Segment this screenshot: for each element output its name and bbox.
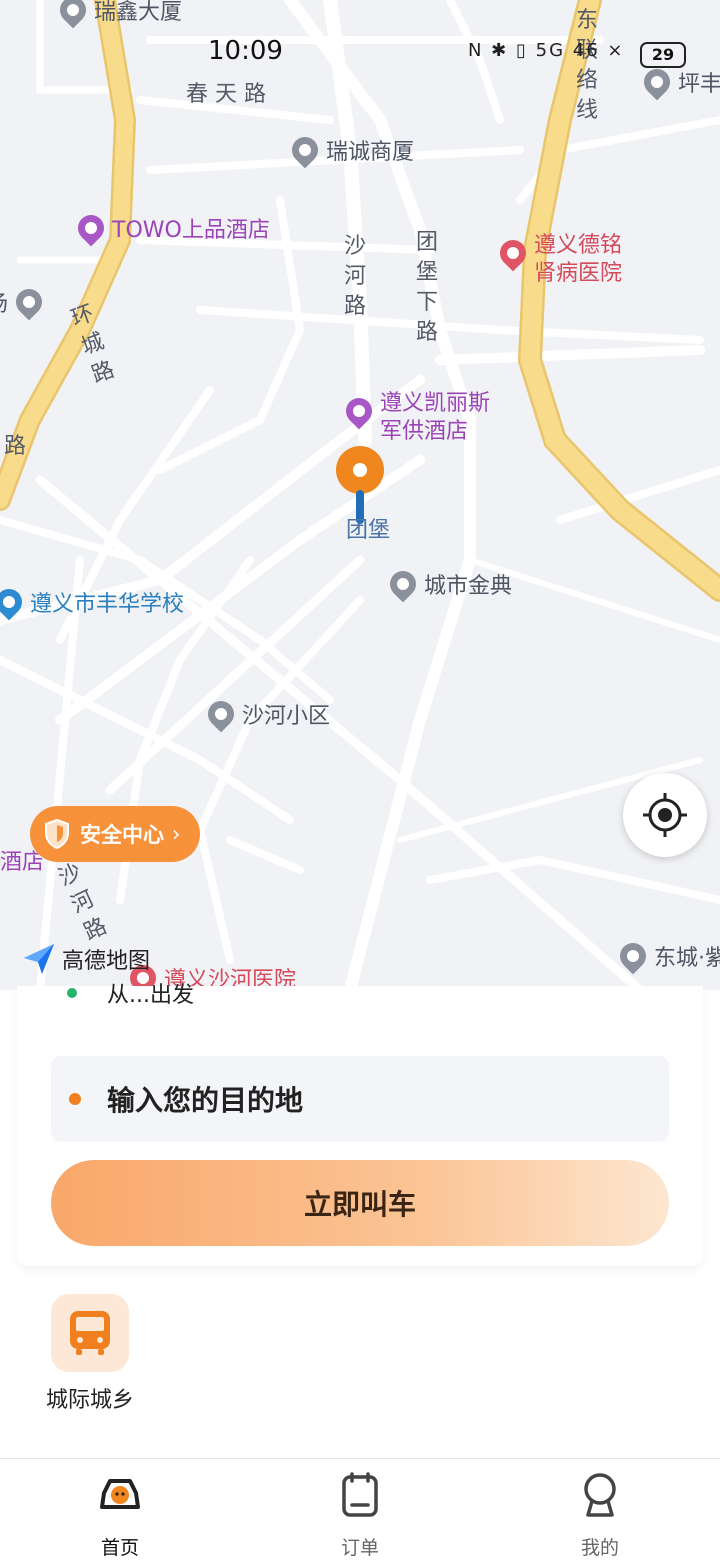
user-icon <box>584 1473 616 1517</box>
end-dot-icon <box>69 1093 81 1105</box>
safety-center-label: 安全中心 <box>80 823 164 847</box>
tab-me[interactable]: 我的 <box>540 1471 660 1560</box>
road-label-tuanbaoxia: 团堡下路 <box>415 230 438 345</box>
building-icon <box>286 131 324 169</box>
road-label-chuntian: 春 天 路 <box>186 82 266 107</box>
poi-ruicheng[interactable]: 瑞诚商厦 <box>286 131 414 169</box>
status-time: 10:09 <box>208 36 283 66</box>
hotel-icon <box>72 209 110 247</box>
tab-home[interactable]: 首页 <box>60 1471 180 1560</box>
locate-button[interactable] <box>623 773 707 857</box>
from-text: 从...出发 <box>107 983 194 1004</box>
poi-fenghua[interactable]: 遵义市丰华学校 <box>0 583 184 621</box>
shield-icon <box>45 819 69 849</box>
start-dot-icon <box>67 988 77 998</box>
clipboard-icon <box>342 1472 378 1517</box>
hotel-icon <box>340 392 378 430</box>
bottom-tab-bar: 首页 订单 我的 <box>0 1458 720 1561</box>
map-view[interactable]: 春 天 路 沙河路 团堡下路 环城路 东联络线 路 沙河路 瑞鑫大厦 瑞诚商厦 … <box>0 0 720 990</box>
poi-jindian[interactable]: 城市金典 <box>384 565 512 603</box>
status-icons: N ✱ ▯ 5G 46 × <box>468 40 625 61</box>
tab-orders[interactable]: 订单 <box>300 1471 420 1560</box>
tab-orders-label: 订单 <box>340 1537 379 1559</box>
destination-placeholder: 输入您的目的地 <box>107 1084 304 1117</box>
poi-shahe-xiaoqu[interactable]: 沙河小区 <box>202 695 330 733</box>
chevron-right-icon: › <box>172 822 181 846</box>
building-icon <box>384 565 422 603</box>
service-intercity[interactable]: 城际城乡 <box>38 1294 142 1414</box>
car-home-icon <box>100 1479 140 1509</box>
navigation-arrow-icon <box>24 944 54 974</box>
poi-left-top[interactable]: 场 <box>0 283 50 321</box>
status-bar: 10:09 N ✱ ▯ 5G 46 × 29 <box>0 36 720 72</box>
trip-card: 从...出发 输入您的目的地 立即叫车 <box>17 983 703 1266</box>
tab-me-label: 我的 <box>580 1537 619 1559</box>
road-label-shahe: 沙河路 <box>343 234 366 319</box>
tab-home-label: 首页 <box>100 1537 139 1559</box>
poi-deming[interactable]: 遵义德铭 肾病医院 <box>494 232 622 288</box>
poi-towo[interactable]: TOWO上品酒店 <box>72 209 270 247</box>
building-icon <box>10 283 48 321</box>
destination-input[interactable]: 输入您的目的地 <box>51 1056 669 1142</box>
poi-dongcheng[interactable]: 东城·紫 <box>614 937 720 975</box>
from-row[interactable]: 从...出发 <box>67 982 194 1004</box>
safety-center-button[interactable]: 安全中心 › <box>30 806 201 862</box>
call-car-button[interactable]: 立即叫车 <box>51 1160 669 1246</box>
map-provider-logo: 高德地图 <box>22 942 150 976</box>
building-icon <box>54 0 92 29</box>
hospital-icon <box>494 234 532 272</box>
poi-ruixin[interactable]: 瑞鑫大厦 <box>54 0 182 29</box>
bus-icon <box>70 1311 110 1355</box>
poi-kailisi[interactable]: 遵义凯丽斯 军供酒店 <box>340 390 490 446</box>
battery-icon: 29 <box>640 42 686 68</box>
pin-head-icon <box>336 446 384 494</box>
crosshair-icon <box>643 793 687 837</box>
building-icon <box>614 937 652 975</box>
school-icon <box>0 583 28 621</box>
road-label-edge: 路 <box>4 434 27 459</box>
pickup-marker-label: 团堡 <box>346 518 391 543</box>
service-label: 城际城乡 <box>45 1388 134 1413</box>
building-icon <box>202 695 240 733</box>
